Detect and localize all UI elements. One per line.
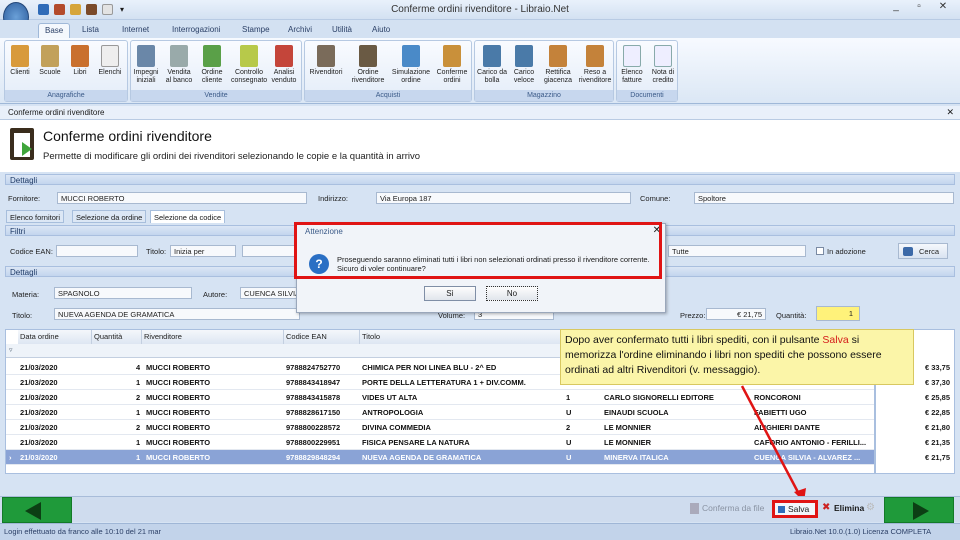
status-bar: Login effettuato da franco alle 10:10 de…: [0, 523, 960, 540]
bottom-toolbar: Conferma da file Salva ✖ Elimina ⚙: [0, 496, 960, 523]
conferma-da-file-button[interactable]: Conferma da file: [702, 503, 764, 513]
arrow-left-icon: [25, 502, 41, 520]
delete-icon: ✖: [822, 502, 831, 513]
salva-button[interactable]: Salva: [772, 500, 818, 518]
elimina-button[interactable]: Elimina: [834, 503, 864, 513]
next-button[interactable]: [884, 497, 954, 523]
save-icon: [778, 506, 785, 513]
gear-icon: ⚙: [866, 502, 875, 513]
login-status: Login effettuato da franco alle 10:10 de…: [4, 527, 162, 536]
arrow-right-icon: [913, 502, 929, 520]
file-icon: [690, 503, 699, 514]
previous-button[interactable]: [2, 497, 72, 523]
version-status: Libraio.Net 10.0.(1.0) Licenza COMPLETA: [790, 527, 932, 536]
pointer-arrow: [740, 385, 806, 502]
